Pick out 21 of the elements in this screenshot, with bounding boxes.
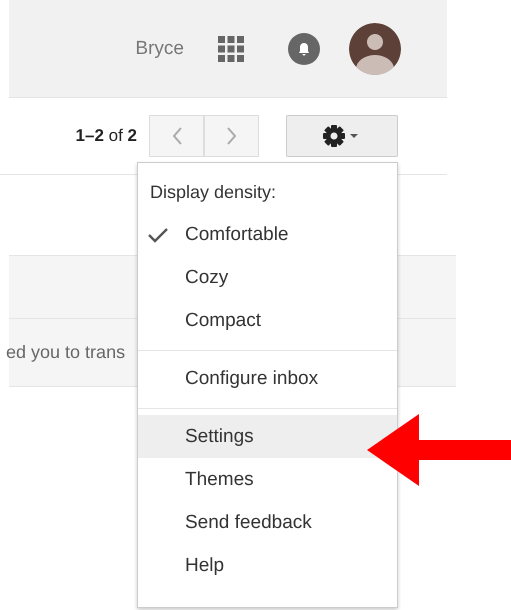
- message-snippet[interactable]: ed you to trans: [6, 342, 126, 363]
- menu-item[interactable]: Cozy: [138, 256, 397, 299]
- menu-item[interactable]: Settings: [138, 415, 397, 458]
- notifications-bell-icon[interactable]: [288, 32, 320, 64]
- menu-item[interactable]: Configure inbox: [138, 357, 397, 400]
- menu-item[interactable]: Comfortable: [138, 213, 397, 256]
- menu-heading: Display density:: [149, 181, 278, 204]
- gear-icon: [323, 125, 345, 147]
- check-icon: [148, 227, 168, 243]
- apps-grid-icon[interactable]: [218, 36, 244, 62]
- menu-item[interactable]: Send feedback: [138, 501, 397, 544]
- user-name[interactable]: Bryce: [135, 38, 184, 60]
- menu-item[interactable]: Compact: [138, 299, 397, 342]
- page-count: 1–2 of 2: [76, 126, 137, 146]
- chevron-right-icon: [226, 126, 238, 146]
- settings-button[interactable]: [286, 115, 398, 157]
- avatar-icon[interactable]: [349, 22, 401, 74]
- menu-item[interactable]: Themes: [138, 458, 397, 501]
- menu-item[interactable]: Help: [138, 544, 397, 587]
- caret-icon: [350, 134, 358, 138]
- chevron-left-icon: [170, 126, 182, 146]
